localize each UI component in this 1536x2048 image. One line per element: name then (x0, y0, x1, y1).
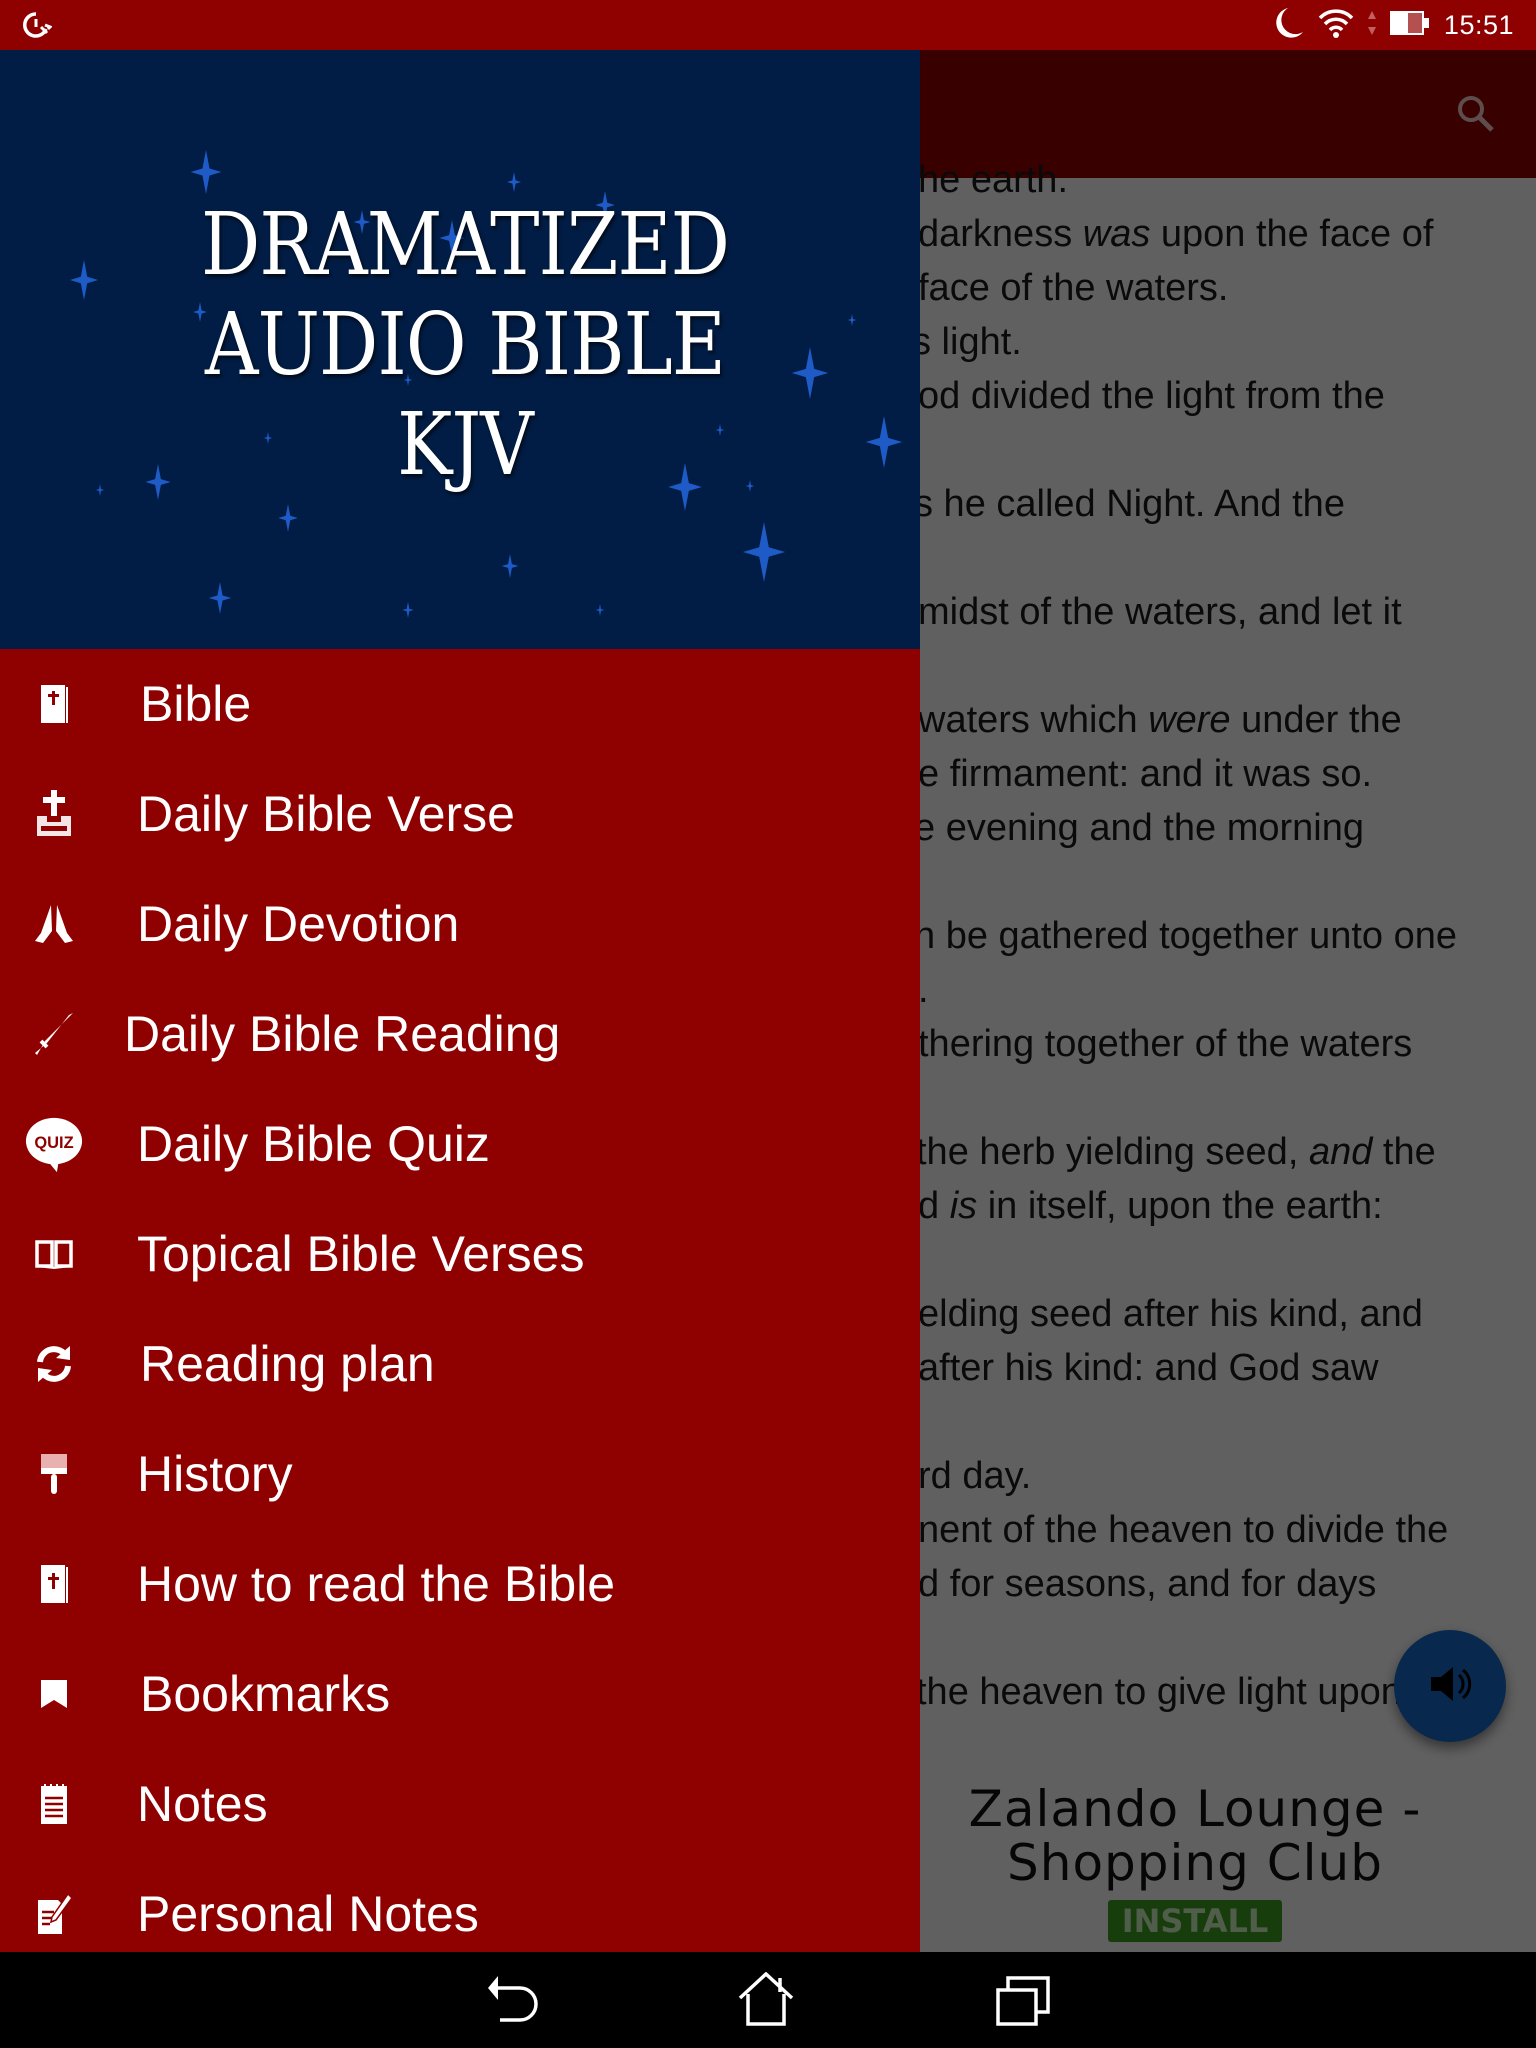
data-arrows-icon (1367, 9, 1376, 42)
star-decoration (208, 582, 232, 614)
quiz-bubble-icon: QUIZ (24, 1117, 84, 1173)
app-logo-title: DRAMATIZED AUDIO BIBLE KJV (200, 195, 730, 495)
recents-icon[interactable] (994, 1972, 1054, 2028)
drawer-menu: Bible Daily Bible Verse Daily Devotion D… (0, 649, 920, 1952)
menu-item-personal-notes[interactable]: Personal Notes (0, 1859, 920, 1952)
star-decoration (507, 172, 521, 192)
star-decoration (595, 604, 605, 616)
star-decoration (402, 602, 414, 618)
home-icon[interactable] (736, 1971, 796, 2028)
star-decoration (743, 522, 785, 582)
wifi-icon (1318, 7, 1354, 44)
refresh-icon (24, 1337, 84, 1391)
bookmark-icon (24, 1667, 84, 1721)
speed-wrench-icon (22, 11, 53, 39)
menu-item-notes[interactable]: Notes (0, 1749, 920, 1859)
navigation-drawer: DRAMATIZED AUDIO BIBLE KJV Bible Daily B… (0, 50, 920, 1952)
menu-item-daily-bible-quiz[interactable]: QUIZ Daily Bible Quiz (0, 1089, 920, 1199)
menu-item-daily-bible-reading[interactable]: Daily Bible Reading (0, 979, 920, 1089)
notepad-icon (24, 1777, 84, 1831)
drawer-header: DRAMATIZED AUDIO BIBLE KJV (0, 50, 920, 649)
menu-item-reading-plan[interactable]: Reading plan (0, 1309, 920, 1419)
quill-icon (24, 1007, 84, 1061)
menu-item-how-to-read-the-bible[interactable]: How to read the Bible (0, 1529, 920, 1639)
bible-icon (24, 1557, 84, 1611)
edit-note-icon (24, 1887, 84, 1941)
menu-item-daily-devotion[interactable]: Daily Devotion (0, 869, 920, 979)
clock: 15:51 (1443, 9, 1514, 40)
moon-icon (1274, 6, 1304, 45)
bible-cross-icon (24, 787, 84, 841)
system-navigation-bar (0, 1952, 1536, 2048)
battery-icon (1389, 10, 1430, 41)
svg-text:QUIZ: QUIZ (34, 1134, 73, 1152)
back-icon[interactable] (484, 1972, 544, 2028)
star-decoration (501, 554, 519, 578)
menu-item-history[interactable]: History (0, 1419, 920, 1529)
paint-brush-icon (24, 1447, 84, 1501)
status-bar: 15:51 (0, 0, 1536, 50)
menu-item-bible[interactable]: Bible (0, 649, 920, 759)
menu-item-bookmarks[interactable]: Bookmarks (0, 1639, 920, 1749)
menu-item-topical-bible-verses[interactable]: Topical Bible Verses (0, 1199, 920, 1309)
star-decoration (190, 150, 222, 194)
bible-icon (24, 677, 84, 731)
status-icons: 15:51 (1274, 0, 1514, 50)
star-decoration (278, 504, 298, 532)
open-book-icon (24, 1227, 84, 1281)
star-decoration (865, 416, 903, 468)
menu-item-daily-bible-verse[interactable]: Daily Bible Verse (0, 759, 920, 869)
praying-hands-icon (24, 897, 84, 951)
